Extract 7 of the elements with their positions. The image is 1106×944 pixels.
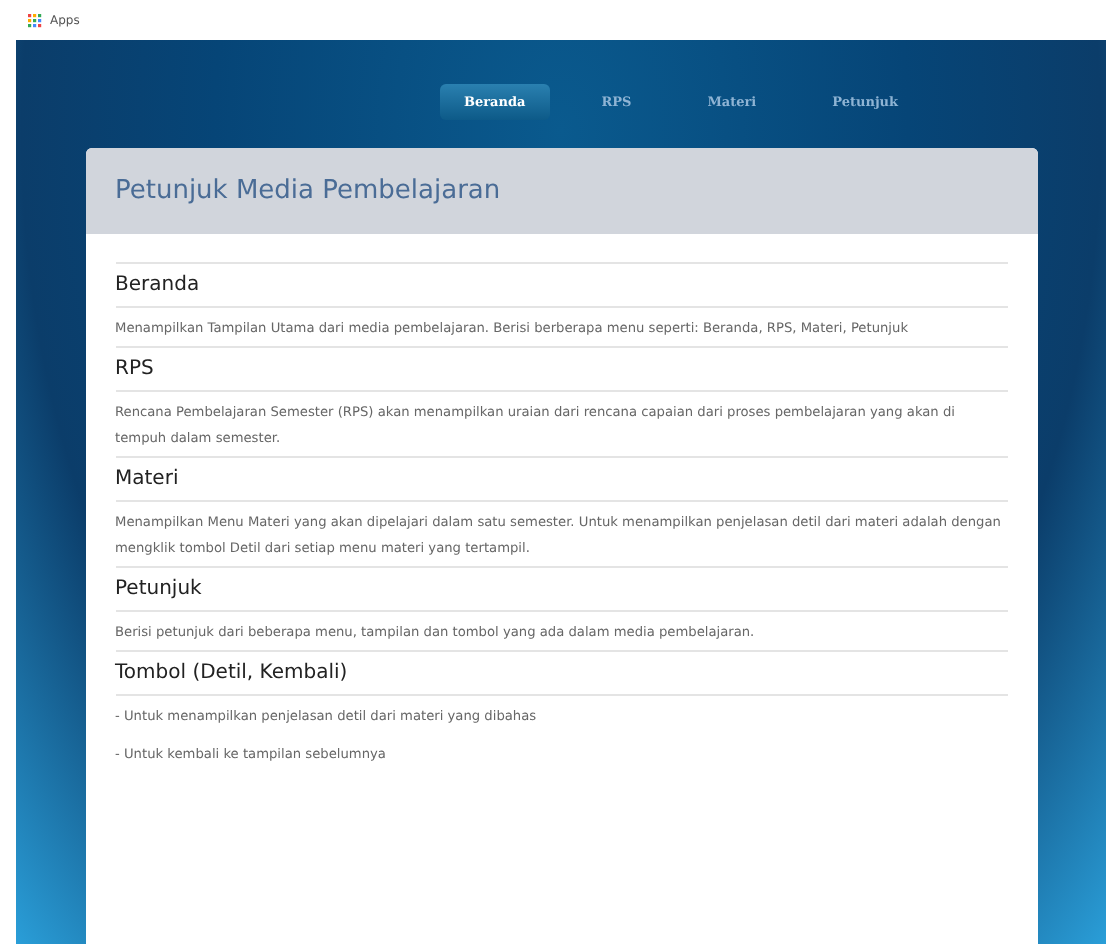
section-heading: Materi bbox=[115, 456, 1007, 502]
section-heading: RPS bbox=[115, 346, 1007, 392]
card-title: Petunjuk Media Pembelajaran bbox=[115, 176, 501, 206]
section-heading: Tombol (Detil, Kembali) bbox=[115, 650, 1007, 696]
apps-grid-icon[interactable] bbox=[28, 13, 42, 27]
section-heading: Petunjuk bbox=[115, 566, 1007, 612]
section-heading: Beranda bbox=[115, 262, 1007, 308]
